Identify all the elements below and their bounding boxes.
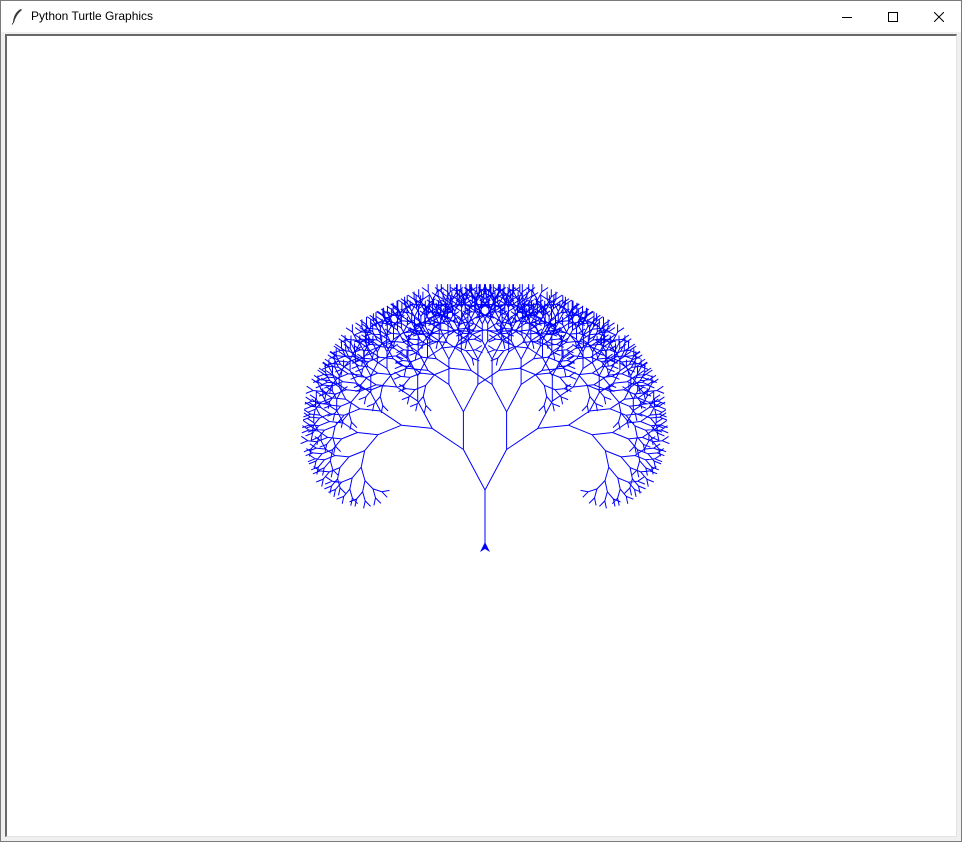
- window-title: Python Turtle Graphics: [31, 9, 154, 23]
- feather-icon: [11, 9, 22, 25]
- tree-branches: [300, 284, 670, 546]
- close-icon: [934, 11, 944, 22]
- turtle-canvas[interactable]: [7, 36, 956, 836]
- minimize-button[interactable]: [824, 1, 870, 32]
- tree-branch-paths: [300, 284, 670, 546]
- fractal-tree-drawing: [300, 284, 670, 552]
- maximize-icon: [888, 11, 898, 22]
- close-button[interactable]: [916, 1, 962, 32]
- maximize-button[interactable]: [870, 1, 916, 32]
- turtle-arrow-icon: [480, 542, 490, 552]
- title-bar[interactable]: Python Turtle Graphics: [1, 1, 961, 32]
- minimize-icon: [842, 16, 852, 18]
- turtle-window: Python Turtle Graphics: [0, 0, 962, 842]
- canvas-frame: [5, 34, 957, 837]
